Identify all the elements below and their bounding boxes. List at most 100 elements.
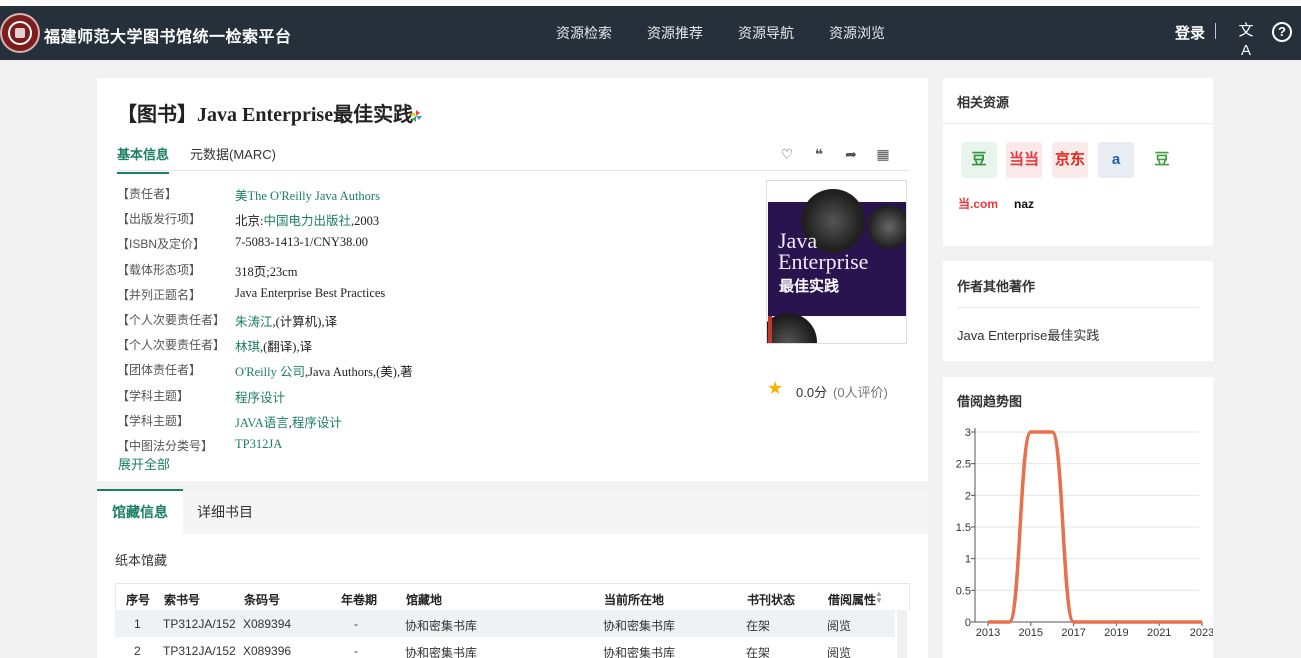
- book-cover[interactable]: Java Enterprise 最佳实践: [766, 180, 907, 344]
- col-status[interactable]: 书刊状态: [747, 591, 795, 608]
- metadata-value: 318页;23cm: [235, 264, 298, 279]
- metadata-label: 【并列正题名】: [117, 287, 202, 302]
- x-tick-label: 2023: [1190, 627, 1213, 639]
- related-resources-title: 相关资源: [957, 95, 1010, 110]
- holdings-table: 序号 索书号 条码号 年卷期 馆藏地 当前所在地 书刊状态 借阅属性 ▲ ▼ 1 …: [115, 583, 910, 658]
- share-icon[interactable]: ➦: [842, 145, 860, 163]
- jd-icon[interactable]: 京东: [1052, 142, 1088, 178]
- nav-resource-browse[interactable]: 资源浏览: [829, 23, 885, 43]
- metadata-label: 【个人次要责任者】: [117, 338, 226, 353]
- col-index[interactable]: 序号: [126, 591, 150, 608]
- holdings-tabs: 馆藏信息 详细书目: [97, 489, 928, 534]
- metadata-value: 7-5083-1413-1/CNY38.00: [235, 235, 368, 250]
- star-icon[interactable]: ★: [767, 378, 783, 399]
- expand-all-link[interactable]: 展开全部: [118, 454, 170, 473]
- borrow-trend-title: 借阅趋势图: [957, 394, 1023, 409]
- nav-resource-recommend[interactable]: 资源推荐: [647, 23, 703, 43]
- rating-score: 0.0分: [796, 385, 828, 400]
- nav-resource-search[interactable]: 资源检索: [556, 23, 612, 43]
- douban-read-icon[interactable]: 豆: [1144, 142, 1180, 178]
- metadata-label: 【出版发行项】: [117, 212, 202, 227]
- metadata-label: 【ISBN及定价】: [117, 237, 206, 252]
- col-location[interactable]: 馆藏地: [406, 591, 442, 608]
- login-link[interactable]: 登录: [1175, 22, 1205, 43]
- other-work-item[interactable]: Java Enterprise最佳实践: [957, 325, 1099, 344]
- translate-icon[interactable]: 文A: [1236, 21, 1256, 59]
- col-current-location[interactable]: 当前所在地: [604, 591, 664, 608]
- tab-marc[interactable]: 元数据(MARC): [190, 144, 276, 163]
- x-tick-label: 2015: [1019, 627, 1043, 639]
- action-icons: ♡ ❝ ➦ ▦: [778, 145, 892, 163]
- metadata-link[interactable]: 中国电力出版社: [263, 214, 351, 228]
- metadata-label: 【载体形态项】: [117, 262, 202, 277]
- y-tick-label: 0.5: [956, 585, 971, 597]
- x-tick-label: 2013: [976, 627, 1000, 639]
- y-tick-label: 2.5: [956, 459, 971, 471]
- dangdang-com-icon[interactable]: 当.com: [957, 186, 999, 222]
- table-header: 序号 索书号 条码号 年卷期 馆藏地 当前所在地 书刊状态 借阅属性 ▲ ▼: [115, 583, 910, 610]
- holdings-card: 馆藏信息 详细书目 纸本馆藏 序号 索书号 条码号 年卷期 馆藏地 当前所在地 …: [97, 489, 928, 658]
- borrow-trend-card: 借阅趋势图 0 0.5 1 1.5 2 2.5 3 2013 2015 2017 2019 2021 2…: [943, 377, 1213, 658]
- qrcode-icon[interactable]: ▦: [874, 145, 892, 163]
- col-call-number[interactable]: 索书号: [164, 591, 200, 608]
- borrow-trend-chart: 0 0.5 1 1.5 2 2.5 3 2013 2015 2017 2019 2021 2023: [956, 427, 1213, 639]
- other-works-card: 作者其他著作 Java Enterprise最佳实践: [943, 261, 1213, 361]
- main-nav: 资源检索 资源推荐 资源导航 资源浏览: [556, 23, 885, 43]
- site-title[interactable]: 福建师范大学图书馆统一检索平台: [44, 23, 292, 47]
- sort-icon[interactable]: ▲ ▼: [875, 590, 883, 605]
- help-icon[interactable]: ?: [1272, 22, 1292, 42]
- cover-title-line2: Enterprise: [778, 249, 869, 274]
- y-tick-label: 0: [965, 617, 971, 629]
- related-resources-card: 相关资源 豆当当 京东 a 豆当.com naz: [943, 78, 1213, 246]
- university-logo[interactable]: [0, 13, 40, 53]
- metadata-value: 美The O'Reilly Java Authors: [235, 185, 380, 204]
- y-tick-label: 1.5: [956, 522, 971, 534]
- metadata-label: 【个人次要责任者】: [117, 312, 226, 327]
- table-row[interactable]: 2 TP312JA/152 X089396 - 协和密集书库 协和密集书库 在架…: [115, 637, 895, 658]
- nav-resource-navigation[interactable]: 资源导航: [738, 23, 794, 43]
- metadata-label: 【学科主题】: [117, 388, 190, 403]
- metadata-label: 【团体责任者】: [117, 363, 202, 378]
- amazon-icon[interactable]: a: [1098, 142, 1134, 178]
- table-scrollbar[interactable]: [897, 610, 907, 658]
- table-row[interactable]: 1 TP312JA/152 X089394 - 协和密集书库 协和密集书库 在架…: [115, 610, 895, 637]
- metadata-link[interactable]: 程序设计: [292, 416, 342, 430]
- metadata-value: Java Enterprise Best Practices: [235, 285, 386, 300]
- metadata-link[interactable]: 程序设计: [235, 391, 285, 405]
- metadata-link[interactable]: TP312JA: [235, 437, 282, 451]
- paper-holdings-title: 纸本馆藏: [115, 553, 168, 568]
- metadata-value: O'Reilly 公司,Java Authors,(美),著: [235, 365, 413, 380]
- amazon-cn-icon[interactable]: naz: [1003, 186, 1045, 222]
- x-tick-label: 2019: [1104, 627, 1128, 639]
- col-barcode[interactable]: 条码号: [244, 591, 280, 608]
- quote-icon[interactable]: ❝: [810, 145, 828, 163]
- pinwheel-icon[interactable]: [409, 109, 423, 123]
- col-loan-type[interactable]: 借阅属性: [828, 591, 876, 608]
- tab-holdings[interactable]: 馆藏信息: [97, 489, 183, 534]
- metadata-value: 林琪,(翻译),译: [235, 340, 313, 355]
- y-tick-label: 3: [965, 427, 971, 439]
- metadata-value: 北京:中国电力出版社,2003: [235, 214, 380, 229]
- book-title: 【图书】Java Enterprise最佳实践: [117, 104, 414, 126]
- y-tick-label: 1: [965, 554, 971, 566]
- other-works-title: 作者其他著作: [957, 279, 1036, 294]
- douban-icon[interactable]: 豆: [961, 142, 997, 178]
- metadata-value: 程序设计: [235, 387, 285, 406]
- metadata-link[interactable]: 朱涛江: [235, 315, 273, 329]
- metadata-label: 【中图法分类号】: [117, 438, 214, 453]
- metadata-link[interactable]: 林琪: [235, 340, 260, 354]
- metadata-link[interactable]: O'Reilly 公司: [235, 365, 305, 379]
- favorite-icon[interactable]: ♡: [778, 145, 796, 163]
- metadata-link[interactable]: 美The O'Reilly Java Authors: [235, 189, 380, 203]
- metadata-value: TP312JA: [235, 437, 282, 452]
- metadata-link[interactable]: JAVA语言: [235, 416, 289, 430]
- dangdang-icon[interactable]: 当当: [1006, 142, 1042, 178]
- x-tick-label: 2017: [1061, 627, 1085, 639]
- tab-basic-info[interactable]: 基本信息: [117, 144, 170, 174]
- cover-title-line3: 最佳实践: [779, 278, 840, 295]
- metadata-label: 【学科主题】: [117, 413, 190, 428]
- tab-detailed-catalog[interactable]: 详细书目: [197, 502, 253, 522]
- metadata-value: 朱涛江,(计算机),译: [235, 314, 338, 329]
- x-tick-label: 2021: [1147, 627, 1171, 639]
- col-volume[interactable]: 年卷期: [341, 591, 377, 608]
